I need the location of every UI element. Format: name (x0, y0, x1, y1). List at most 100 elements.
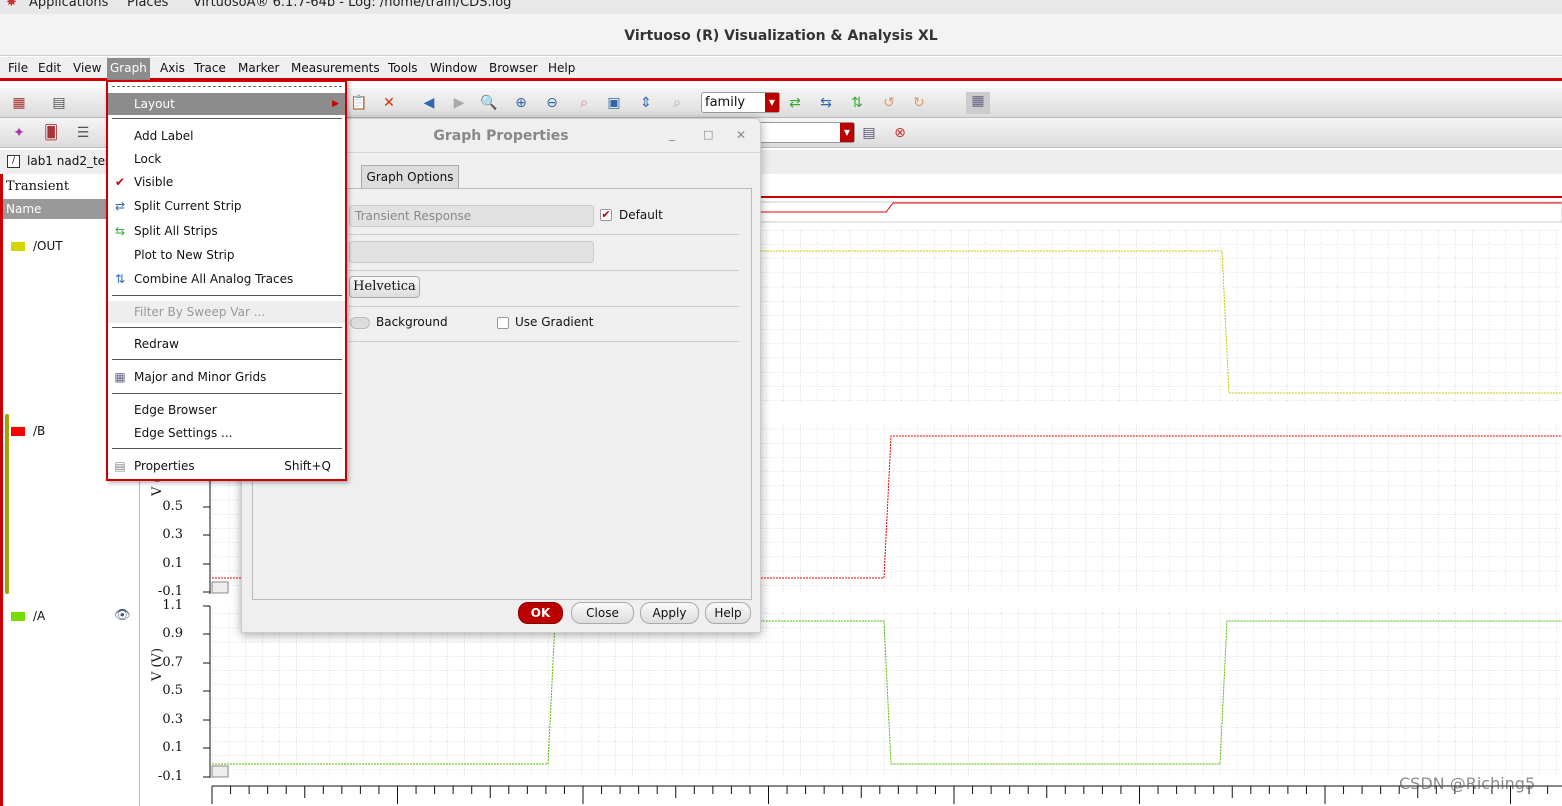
graph-menu-dropdown: Layout ▶ Add Label Lock ✔ Visible ⇄ Split C… (106, 80, 347, 481)
menu-file[interactable]: File (5, 61, 31, 75)
strip-layout-icon[interactable]: ☰ (74, 124, 92, 142)
remove-state-icon[interactable]: ⊗ (891, 124, 909, 142)
zoom-box-icon[interactable]: ▣ (605, 94, 623, 112)
zoom-out-icon[interactable]: ⊖ (543, 94, 561, 112)
magic-wand-icon[interactable]: ✦ (10, 124, 28, 142)
font-button[interactable]: Helvetica (349, 276, 420, 298)
apply-button[interactable]: Apply (640, 602, 699, 624)
tick-label: 0.3 (162, 712, 183, 727)
applications-menu[interactable]: Applications (29, 0, 108, 10)
menu-item-grids[interactable]: ▦ Major and Minor Grids (108, 366, 345, 388)
move-trace-icon[interactable]: ⇅ (848, 94, 866, 112)
paste-icon[interactable]: 📋 (350, 94, 368, 112)
new-window-icon[interactable]: ▦ (10, 94, 28, 112)
signal-name: /OUT (33, 239, 63, 253)
menu-graph[interactable]: Graph (107, 58, 150, 80)
label: Visible (134, 175, 174, 189)
ok-button[interactable]: OK (518, 602, 563, 624)
window-tab[interactable]: lab1 nad2_test (27, 154, 116, 168)
places-menu[interactable]: Places (127, 0, 168, 10)
new-subwindow-icon[interactable]: ▤ (50, 94, 68, 112)
menu-marker[interactable]: Marker (235, 61, 282, 75)
menu-help[interactable]: Help (545, 61, 578, 75)
properties-icon: ▤ (114, 459, 126, 473)
grid-icon: ▦ (114, 370, 126, 384)
tick-label: 1.1 (143, 598, 183, 613)
signal-b[interactable]: /B (11, 424, 45, 438)
add-trace-icon[interactable]: ↺ (880, 94, 898, 112)
forward-icon[interactable]: ▶ (450, 94, 468, 112)
minimize-icon[interactable]: _ (669, 127, 675, 141)
help-button[interactable]: Help (705, 602, 751, 624)
use-gradient-checkbox[interactable] (497, 317, 509, 329)
tick-label: -0.1 (157, 769, 183, 784)
tick-label: 0.5 (162, 499, 183, 514)
menu-item-split-all-strips[interactable]: ⇆ Split All Strips (108, 220, 345, 242)
close-icon[interactable]: ✕ (736, 128, 746, 142)
split-strip-icon: ⇄ (114, 199, 126, 213)
menu-tools[interactable]: Tools (385, 61, 421, 75)
tick-label: 0.7 (162, 655, 183, 670)
watermark: CSDN @Riching5 (1399, 774, 1536, 793)
zoom-x-icon[interactable]: ⌕ (575, 94, 593, 112)
zoom-in-icon[interactable]: ⊕ (512, 94, 530, 112)
menu-item-properties[interactable]: ▤ Properties Shift+Q (108, 455, 345, 477)
menu-item-split-current-strip[interactable]: ⇄ Split Current Strip (108, 195, 345, 217)
pan-icon[interactable]: ⌕ (668, 94, 686, 112)
close-button[interactable]: Close (571, 602, 634, 624)
split-all-icon: ⇆ (114, 224, 126, 238)
menu-browser[interactable]: Browser (486, 61, 541, 75)
menu-item-combine-traces[interactable]: ⇅ Combine All Analog Traces (108, 268, 345, 290)
menu-item-visible[interactable]: ✔ Visible (108, 171, 345, 193)
menu-item-redraw[interactable]: Redraw (108, 333, 345, 355)
zoom-y-icon[interactable]: ⇕ (637, 94, 655, 112)
family-combo[interactable]: family ▼ (701, 92, 780, 113)
label: Split All Strips (134, 224, 218, 238)
background-color-swatch[interactable] (350, 317, 370, 329)
tab-graph-options[interactable]: Graph Options (361, 165, 459, 189)
graph-tab-icon: / (7, 155, 20, 168)
label: Major and Minor Grids (134, 370, 267, 384)
grid-toggle-icon[interactable]: ▦ (966, 92, 990, 114)
app-title-bar: Virtuoso (R) Visualization & Analysis XL (0, 14, 1562, 56)
maximize-icon[interactable]: □ (703, 128, 713, 141)
menu-bar: File Edit View Graph Axis Trace Marker M… (0, 57, 1562, 81)
menu-view[interactable]: View (70, 61, 104, 75)
menu-item-edge-browser[interactable]: Edge Browser (108, 399, 345, 421)
default-checkbox[interactable]: ✔ (600, 209, 612, 221)
menu-item-add-label[interactable]: Add Label (108, 125, 345, 147)
submenu-arrow-icon: ▶ (332, 99, 339, 109)
tick-label: 0.1 (162, 556, 183, 571)
menu-trace[interactable]: Trace (191, 61, 229, 75)
label: Combine All Analog Traces (134, 272, 294, 286)
eye-icon[interactable]: 👁 (114, 608, 131, 623)
split-traces-icon[interactable]: ⇆ (817, 94, 835, 112)
menu-window[interactable]: Window (427, 61, 480, 75)
redo-trace-icon[interactable]: ↻ (910, 94, 928, 112)
menu-axis[interactable]: Axis (157, 61, 188, 75)
cards-icon[interactable]: 🂠 (42, 124, 60, 142)
menu-item-layout[interactable]: Layout ▶ (108, 93, 345, 115)
chevron-down-icon: ▼ (765, 93, 779, 112)
menu-edit[interactable]: Edit (35, 61, 64, 75)
label: Split Current Strip (134, 199, 242, 213)
signal-name: /A (33, 609, 46, 623)
delete-icon[interactable]: ✕ (380, 94, 398, 112)
menu-item-lock[interactable]: Lock (108, 148, 345, 170)
apps-icon: ✸ (6, 0, 17, 10)
save-state-icon[interactable]: ▤ (860, 124, 878, 142)
menu-item-edge-settings[interactable]: Edge Settings ... (108, 422, 345, 444)
stack-traces-icon[interactable]: ⇄ (786, 94, 804, 112)
zoom-fit-icon[interactable]: 🔍 (480, 94, 498, 112)
menu-measurements[interactable]: Measurements (288, 61, 383, 75)
menu-item-plot-new-strip[interactable]: Plot to New Strip (108, 244, 345, 266)
signal-a[interactable]: /A (11, 609, 45, 623)
tear-off-line[interactable] (112, 86, 342, 87)
subtitle-field[interactable] (349, 241, 594, 263)
signal-out[interactable]: /OUT (11, 239, 63, 253)
selection-bar (5, 414, 9, 594)
back-icon[interactable]: ◀ (420, 94, 438, 112)
chevron-down-icon: ▼ (840, 123, 854, 142)
strip-a-expand (211, 765, 229, 778)
graph-title-field[interactable]: Transient Response (349, 205, 594, 227)
